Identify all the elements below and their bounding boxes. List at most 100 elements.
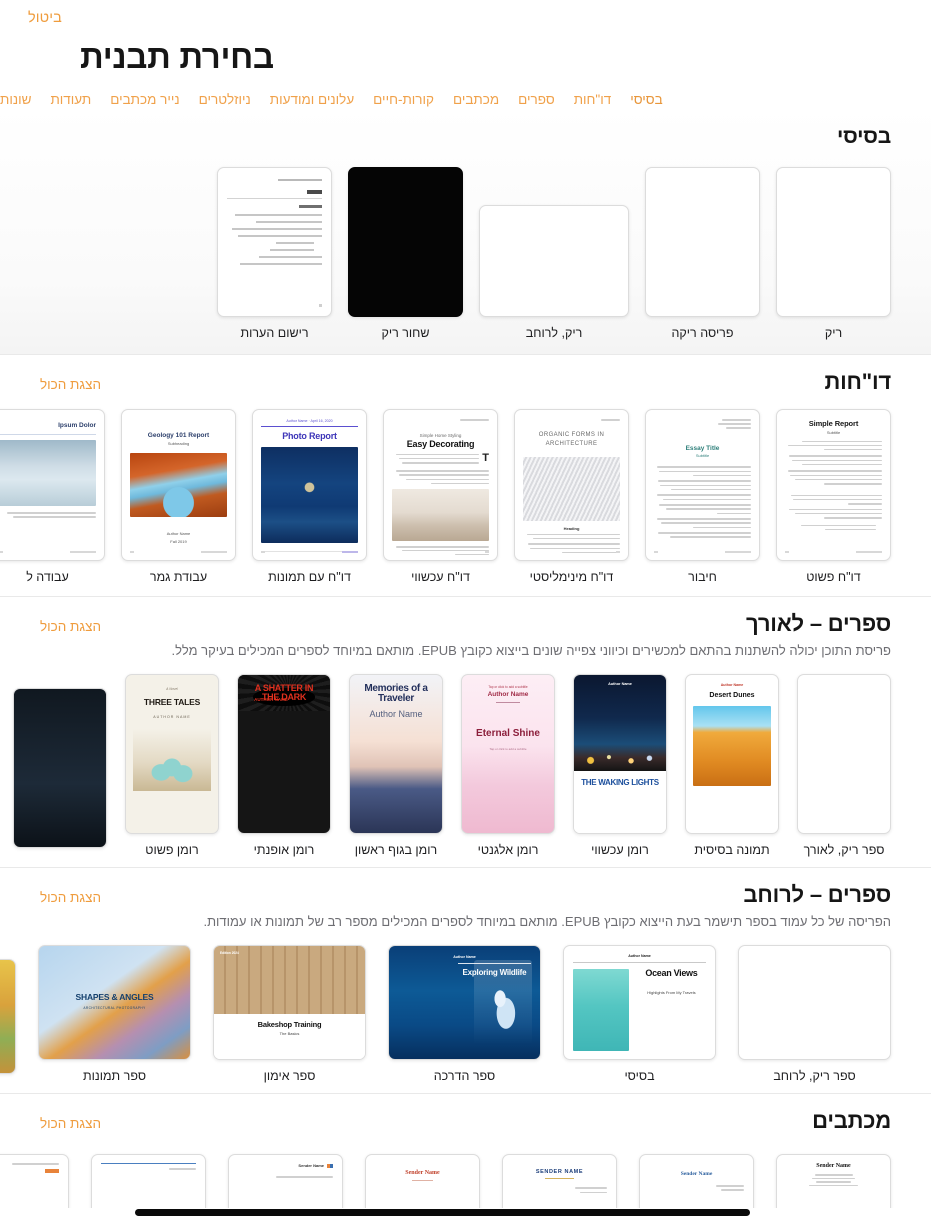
template-card-modern-novel[interactable]: Author Name THE WAKING LIGHTS רומן עכשוו… bbox=[573, 674, 667, 857]
doc-subtitle: Subtitle bbox=[695, 453, 710, 459]
template-card-thesis[interactable]: Geology 101 Report Subheading Author Nam… bbox=[121, 409, 236, 584]
section-books-portrait-description: פריסת התוכן יכולה להשתנות בהתאם למכשירים… bbox=[171, 643, 892, 658]
section-basic-row[interactable]: ריק פריסה ריקה ריק, לרוחב שחור ריק רישום… bbox=[0, 167, 931, 340]
section-basic: בסיסי ריק פריסה ריקה ריק, לרוחב שחור ריק bbox=[0, 107, 931, 354]
letter-sender: SENDER NAME bbox=[535, 1169, 584, 1175]
template-card-book-landscape-partial[interactable] bbox=[0, 959, 16, 1083]
category-tabs[interactable]: בסיסי דו"חות ספרים מכתבים קורות-חיים עלו… bbox=[0, 76, 931, 107]
page-title: בחירת תבנית bbox=[80, 38, 274, 75]
template-card-guide-book[interactable]: Author Name Exploring Wildlife ספר הדרכה bbox=[388, 945, 541, 1083]
template-thumbnail-blank-layout[interactable] bbox=[645, 167, 760, 317]
template-card-blank-book-landscape[interactable]: ספר ריק, לרוחב bbox=[738, 945, 891, 1083]
template-thumbnail-trendy-novel[interactable]: A SHATTER IN THE DARK AUTHOR NAME bbox=[237, 674, 331, 834]
template-card-blank-landscape[interactable]: ריק, לרוחב bbox=[479, 205, 629, 340]
tab-letters[interactable]: מכתבים bbox=[453, 92, 499, 107]
template-card-book-partial[interactable] bbox=[13, 688, 107, 857]
template-thumbnail-photo-book[interactable]: SHAPES & ANGLES ARCHITECTURAL PHOTOGRAPH… bbox=[38, 945, 191, 1060]
template-card-simple-report[interactable]: Simple Report Subtitle דו"ח פשוט bbox=[776, 409, 891, 584]
doc-eyebrow: Simple Home Styling bbox=[419, 432, 462, 438]
book-photo-ocean bbox=[573, 968, 629, 1051]
template-thumbnail-note-taking[interactable] bbox=[217, 167, 332, 317]
template-thumbnail-simple-novel[interactable]: A Novel THREE TALES AUTHOR NAME bbox=[125, 674, 219, 834]
tab-misc[interactable]: שונות bbox=[0, 92, 31, 107]
section-reports-header: דו"חות הצגת הכול bbox=[0, 369, 931, 395]
tab-books[interactable]: ספרים bbox=[518, 92, 555, 107]
template-thumbnail-thesis[interactable]: Geology 101 Report Subheading Author Nam… bbox=[121, 409, 236, 561]
template-thumbnail-modern-report[interactable]: Simple Home Styling Easy Decorating T bbox=[383, 409, 498, 561]
template-thumbnail-blank-black[interactable] bbox=[348, 167, 463, 317]
show-all-books-landscape-button[interactable]: הצגת הכול bbox=[40, 890, 101, 905]
template-thumbnail-book-landscape-partial[interactable] bbox=[0, 959, 16, 1074]
template-thumbnail-guide-book[interactable]: Author Name Exploring Wildlife bbox=[388, 945, 541, 1060]
template-card-note-taking[interactable]: רישום הערות bbox=[217, 167, 332, 340]
show-all-books-portrait-button[interactable]: הצגת הכול bbox=[40, 619, 101, 634]
tab-resumes[interactable]: קורות-חיים bbox=[373, 92, 434, 107]
tab-basic[interactable]: בסיסי bbox=[630, 92, 663, 107]
template-card-photo-report[interactable]: Author Name · April 16, 2020 Photo Repor… bbox=[252, 409, 367, 584]
tab-certificates[interactable]: תעודות bbox=[50, 92, 91, 107]
template-caption: ספר תמונות bbox=[82, 1069, 147, 1083]
template-card-simple-novel[interactable]: A Novel THREE TALES AUTHOR NAME רומן פשו… bbox=[125, 674, 219, 857]
template-caption: עבודה ל bbox=[26, 570, 69, 584]
template-thumbnail-book-partial[interactable] bbox=[13, 688, 107, 848]
template-card-training-book[interactable]: 2024 Edition Bakeshop Training The Basic… bbox=[213, 945, 366, 1083]
template-thumbnail-term-paper[interactable]: Ipsum Dolor bbox=[0, 409, 105, 561]
template-thumbnail-modern-novel[interactable]: Author Name THE WAKING LIGHTS bbox=[573, 674, 667, 834]
template-thumbnail-basic-photo-book[interactable]: Author Name Desert Dunes bbox=[685, 674, 779, 834]
page-title-row: בחירת תבנית bbox=[0, 34, 931, 76]
book-title: Bakeshop Training bbox=[257, 1020, 322, 1029]
doc-subtitle: Subheading bbox=[167, 440, 190, 446]
template-card-blank-book-portrait[interactable]: ספר ריק, לאורך bbox=[797, 674, 891, 857]
book-subtitle: Highlights From My Travels bbox=[647, 989, 696, 995]
template-card-blank-layout[interactable]: פריסה ריקה bbox=[645, 167, 760, 340]
doc-eyebrow: Author Name · April 16, 2020 bbox=[286, 419, 333, 423]
template-caption: דו"ח מינימליסטי bbox=[529, 570, 614, 584]
template-thumbnail-elegant-novel[interactable]: Tap or click to add a subtitle Author Na… bbox=[461, 674, 555, 834]
template-thumbnail-basic-landscape-book[interactable]: Author Name Ocean Views Highlights From … bbox=[563, 945, 716, 1060]
template-caption: עבודת גמר bbox=[149, 570, 208, 584]
template-thumbnail-photo-report[interactable]: Author Name · April 16, 2020 Photo Repor… bbox=[252, 409, 367, 561]
template-thumbnail-blank-landscape[interactable] bbox=[479, 205, 629, 317]
section-books-landscape-header: ספרים – לרוחב הצגת הכול bbox=[0, 882, 931, 908]
template-thumbnail-blank-book-landscape[interactable] bbox=[738, 945, 891, 1060]
template-card-modern-report[interactable]: Simple Home Styling Easy Decorating T דו… bbox=[383, 409, 498, 584]
template-card-first-person-novel[interactable]: Memories of a Traveler Author Name רומן … bbox=[349, 674, 443, 857]
template-card-essay[interactable]: Essay Title Subtitle חיבור bbox=[645, 409, 760, 584]
template-thumbnail-essay[interactable]: Essay Title Subtitle bbox=[645, 409, 760, 561]
template-thumbnail-training-book[interactable]: 2024 Edition Bakeshop Training The Basic… bbox=[213, 945, 366, 1060]
template-card-trendy-novel[interactable]: A SHATTER IN THE DARK AUTHOR NAME רומן א… bbox=[237, 674, 331, 857]
template-card-elegant-novel[interactable]: Tap or click to add a subtitle Author Na… bbox=[461, 674, 555, 857]
template-card-blank-black[interactable]: שחור ריק bbox=[348, 167, 463, 340]
tab-flyers-posters[interactable]: עלונים ומודעות bbox=[270, 92, 354, 107]
template-card-term-paper[interactable]: Ipsum Dolor עבודה ל bbox=[0, 409, 105, 584]
section-books-landscape-row[interactable]: ספר ריק, לרוחב Author Name Ocean Views H… bbox=[0, 945, 931, 1083]
cancel-button[interactable]: ביטול bbox=[28, 10, 62, 26]
doc-photo-turtle bbox=[261, 447, 358, 544]
template-card-basic-photo-book[interactable]: Author Name Desert Dunes תמונה בסיסית bbox=[685, 674, 779, 857]
section-reports-row[interactable]: Simple Report Subtitle דו"ח פשוט Essay T… bbox=[0, 409, 931, 584]
template-thumbnail-blank[interactable] bbox=[776, 167, 891, 317]
show-all-letters-button[interactable]: הצגת הכול bbox=[40, 1116, 101, 1131]
template-card-photo-book[interactable]: SHAPES & ANGLES ARCHITECTURAL PHOTOGRAPH… bbox=[38, 945, 191, 1083]
doc-photo-architecture bbox=[523, 456, 620, 521]
template-thumbnail-minimal-report[interactable]: ORGANIC FORMS IN ARCHITECTURE Heading bbox=[514, 409, 629, 561]
template-card-blank[interactable]: ריק bbox=[776, 167, 891, 340]
show-all-reports-button[interactable]: הצגת הכול bbox=[40, 377, 101, 392]
scrollbar-thumb[interactable] bbox=[135, 1209, 750, 1216]
template-card-basic-landscape-book[interactable]: Author Name Ocean Views Highlights From … bbox=[563, 945, 716, 1083]
template-thumbnail-simple-report[interactable]: Simple Report Subtitle bbox=[776, 409, 891, 561]
tab-newsletters[interactable]: ניוזלטרים bbox=[199, 92, 251, 107]
template-caption: פריסה ריקה bbox=[671, 326, 734, 340]
doc-photo-livingroom bbox=[392, 489, 489, 542]
doc-author: Author Name bbox=[166, 530, 191, 536]
tab-reports[interactable]: דו"חות bbox=[574, 92, 612, 107]
tab-stationery[interactable]: נייר מכתבים bbox=[110, 92, 179, 107]
book-title: Eternal Shine bbox=[476, 727, 540, 739]
template-card-minimal-report[interactable]: ORGANIC FORMS IN ARCHITECTURE Heading דו… bbox=[514, 409, 629, 584]
book-photo-dunes bbox=[693, 706, 771, 786]
note-doc-preview bbox=[218, 168, 331, 316]
horizontal-scrollbar[interactable] bbox=[0, 1208, 931, 1218]
section-books-portrait-row[interactable]: ספר ריק, לאורך Author Name Desert Dunes … bbox=[0, 674, 931, 857]
template-thumbnail-blank-book-portrait[interactable] bbox=[797, 674, 891, 834]
template-thumbnail-first-person-novel[interactable]: Memories of a Traveler Author Name bbox=[349, 674, 443, 834]
